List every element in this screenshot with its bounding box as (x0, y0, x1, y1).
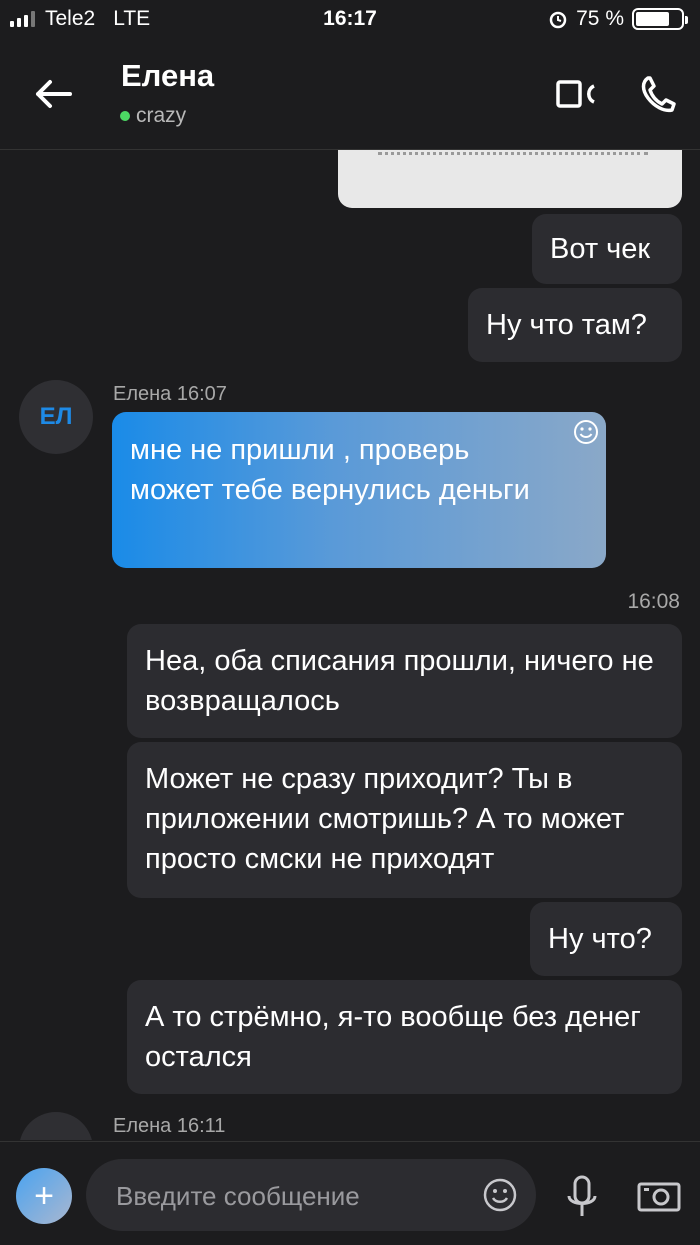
outgoing-message[interactable]: Ну что? (530, 902, 682, 976)
message-sender-time: Елена 16:07 (113, 383, 227, 405)
phone-call-icon[interactable] (636, 72, 682, 118)
avatar[interactable] (19, 1112, 93, 1140)
video-call-icon[interactable] (552, 74, 600, 114)
reaction-smiley-icon[interactable] (572, 418, 600, 446)
battery-icon (632, 8, 688, 30)
message-list[interactable]: Вот чек Ну что там? ЕЛ Елена 16:07 мне н… (0, 150, 700, 1140)
status-bar: Tele2 LTE 16:17 75 % (0, 0, 700, 40)
outgoing-message[interactable]: Вот чек (532, 214, 682, 284)
battery-percent: 75 % (576, 7, 624, 30)
receipt-image-message[interactable] (338, 150, 682, 208)
outgoing-message[interactable]: А то стрёмно, я-то вообще без денег оста… (127, 980, 682, 1094)
message-text: Ну что? (548, 923, 652, 955)
message-timestamp: 16:08 (627, 590, 680, 613)
add-attachment-button[interactable]: + (16, 1168, 72, 1224)
back-arrow-icon[interactable] (30, 70, 78, 118)
avatar[interactable]: ЕЛ (19, 380, 93, 454)
contact-status: crazy (120, 104, 186, 128)
alarm-icon (549, 11, 567, 29)
camera-icon[interactable] (637, 1178, 681, 1214)
message-text: Ну что там? (486, 309, 647, 341)
message-composer: + (0, 1141, 700, 1245)
message-input-container[interactable] (86, 1159, 536, 1233)
outgoing-message[interactable]: Может не сразу приходит? Ты в приложении… (127, 742, 682, 898)
message-input[interactable] (114, 1159, 478, 1233)
incoming-message[interactable]: мне не пришли , проверь может тебе верну… (112, 412, 606, 568)
message-text: А то стрёмно, я-то вообще без денег оста… (145, 1001, 641, 1073)
microphone-icon[interactable] (564, 1174, 600, 1220)
message-text: Может не сразу приходит? Ты в приложении… (145, 763, 625, 875)
outgoing-message[interactable]: Неа, оба списания прошли, ничего не возв… (127, 624, 682, 738)
message-sender-time: Елена 16:11 (113, 1115, 226, 1137)
outgoing-message[interactable]: Ну что там? (468, 288, 682, 362)
emoji-icon[interactable] (482, 1177, 518, 1213)
message-text: Неа, оба списания прошли, ничего не возв… (145, 645, 654, 717)
chat-header: Елена crazy (0, 40, 700, 150)
message-text: мне не пришли , проверь может тебе верну… (130, 434, 530, 506)
online-indicator (120, 111, 130, 121)
message-text: Вот чек (550, 233, 651, 265)
contact-name[interactable]: Елена (121, 58, 214, 94)
contact-status-text: crazy (136, 104, 187, 127)
